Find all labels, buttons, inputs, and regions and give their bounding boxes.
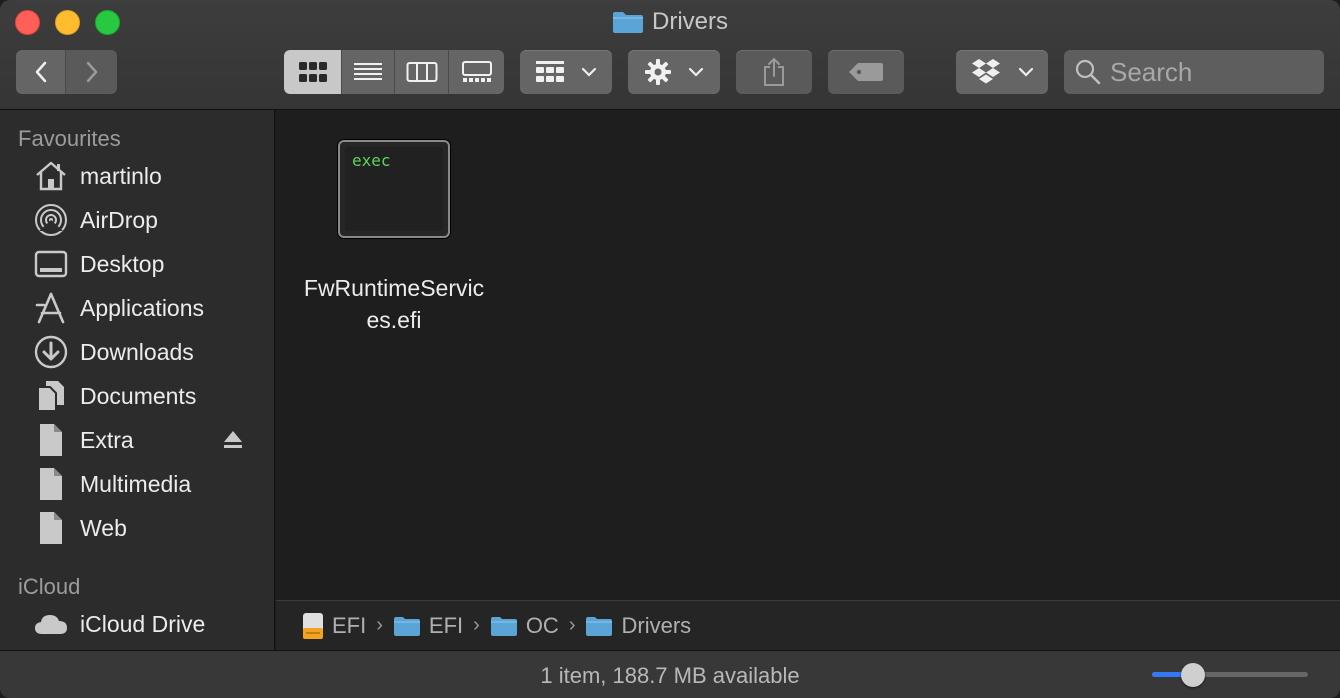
sidebar-item-martinlo[interactable]: martinlo [0, 154, 274, 198]
view-mode-control [284, 50, 504, 94]
sidebar-item-label: Web [80, 514, 127, 541]
document-icon [34, 423, 68, 457]
sidebar-item-extra[interactable]: Extra [0, 418, 274, 462]
share-button[interactable] [736, 50, 812, 94]
search-input[interactable] [1110, 56, 1310, 88]
sidebar: Favourites martinlo AirDrop Desktop Appl… [0, 110, 275, 650]
sidebar-item-desktop[interactable]: Desktop [0, 242, 274, 286]
sidebar-item-label: Applications [80, 294, 205, 321]
sidebar-item-label: Extra [80, 426, 134, 453]
status-text: 1 item, 188.7 MB available [540, 663, 800, 688]
dropbox-icon [972, 59, 1000, 84]
documents-icon [34, 379, 68, 413]
path-crumb-oc[interactable]: OC [490, 613, 559, 639]
downloads-icon [34, 335, 68, 369]
chevron-right-icon: › [376, 614, 383, 636]
column-view-icon [406, 62, 437, 82]
sidebar-section-favourites: Favourites [18, 126, 121, 151]
airdrop-icon [34, 203, 68, 237]
window-title: Drivers [0, 8, 1340, 36]
applications-icon [34, 291, 68, 325]
tag-icon [849, 63, 883, 81]
file-item[interactable]: exec FwRuntimeServic es.efi [294, 140, 494, 336]
sidebar-item-label: Desktop [80, 250, 165, 277]
window-title-text: Drivers [652, 8, 728, 35]
dropbox-button[interactable] [956, 50, 1048, 94]
path-bar: EFI › EFI › OC › Drivers [276, 600, 1340, 650]
path-crumb-efi-volume[interactable]: EFI [302, 612, 366, 640]
drive-icon [303, 612, 323, 639]
back-button[interactable] [16, 50, 66, 94]
sidebar-item-documents[interactable]: Documents [0, 374, 274, 418]
toolbar: Drivers [0, 0, 1340, 110]
tag-button[interactable] [828, 50, 904, 94]
desktop-icon [34, 247, 68, 281]
nav-buttons [16, 50, 117, 94]
eject-icon[interactable] [222, 429, 244, 451]
sidebar-item-multimedia[interactable]: Multimedia [0, 462, 274, 506]
list-view-icon [354, 63, 382, 80]
sidebar-item-label: iCloud Drive [80, 610, 206, 637]
gallery-view-button[interactable] [449, 50, 504, 94]
exec-icon: exec [338, 140, 450, 238]
file-name-line-1: FwRuntimeServic [303, 275, 485, 301]
sidebar-section-icloud: iCloud [18, 574, 81, 599]
chevron-down-icon [581, 67, 597, 77]
gear-icon [645, 59, 671, 85]
icon-view-button[interactable] [284, 50, 342, 94]
chevron-left-icon [35, 61, 46, 83]
sidebar-item-applications[interactable]: Applications [0, 286, 274, 330]
group-by-icon [536, 61, 564, 82]
file-name-line-2: es.efi [366, 307, 422, 333]
path-crumb-drivers[interactable]: Drivers [585, 613, 691, 639]
sidebar-item-downloads[interactable]: Downloads [0, 330, 274, 374]
chevron-down-icon [1018, 67, 1034, 77]
sidebar-item-label: Documents [80, 382, 197, 409]
share-icon [764, 57, 784, 86]
search-icon [1075, 59, 1101, 85]
forward-button[interactable] [66, 50, 117, 94]
file-name: FwRuntimeServic es.efi [294, 272, 494, 336]
group-by-button[interactable] [520, 50, 612, 94]
exec-icon-label: exec [352, 151, 391, 170]
file-browser: exec FwRuntimeServic es.efi [276, 110, 1340, 600]
sidebar-item-label: martinlo [80, 162, 162, 189]
folder-icon [393, 616, 420, 636]
path-crumb-efi[interactable]: EFI [393, 613, 463, 639]
sidebar-item-icloud-drive[interactable]: iCloud Drive [0, 602, 274, 646]
search-field[interactable] [1064, 50, 1324, 94]
sidebar-item-label: Downloads [80, 338, 194, 365]
icon-size-slider-knob[interactable] [1180, 663, 1205, 687]
sidebar-item-airdrop[interactable]: AirDrop [0, 198, 274, 242]
status-bar: 1 item, 188.7 MB available [0, 650, 1340, 698]
document-icon [34, 467, 68, 501]
document-icon [34, 511, 68, 545]
action-button[interactable] [628, 50, 720, 94]
finder-window: Drivers Search Favourites martinlo AirDr… [0, 0, 1340, 698]
chevron-right-icon: › [473, 614, 480, 636]
sidebar-item-web[interactable]: Web [0, 506, 274, 550]
sidebar-item-label: Multimedia [80, 470, 192, 497]
chevron-right-icon: › [568, 614, 576, 636]
chevron-down-icon [688, 67, 704, 77]
home-icon [34, 159, 68, 193]
folder-icon [586, 616, 613, 636]
column-view-button[interactable] [395, 50, 449, 94]
gallery-view-icon [461, 61, 492, 82]
cloud-icon [34, 607, 68, 641]
sidebar-item-label: AirDrop [80, 206, 158, 233]
folder-icon [490, 616, 517, 636]
folder-icon [613, 12, 643, 33]
list-view-button[interactable] [342, 50, 395, 94]
icon-view-icon [298, 62, 327, 82]
chevron-right-icon [86, 61, 97, 83]
